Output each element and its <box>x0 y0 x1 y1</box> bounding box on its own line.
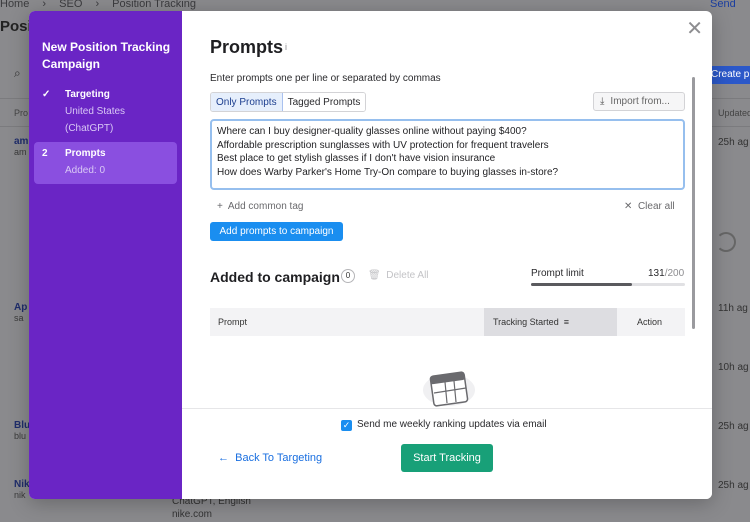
column-header-prompt: Pro <box>14 108 29 118</box>
breadcrumb-separator: › <box>95 0 100 10</box>
search-icon: ⌕ <box>14 66 21 80</box>
updated-value: 11h ag <box>718 303 748 314</box>
download-icon: ⤓ <box>600 96 605 107</box>
prompts-panel: ✕ Prompts i Enter prompts one per line o… <box>182 11 712 499</box>
close-icon: ✕ <box>624 201 633 212</box>
tab-tagged-prompts[interactable]: Tagged Prompts <box>282 93 366 111</box>
list-item: am am <box>14 136 29 157</box>
close-icon[interactable]: ✕ <box>686 19 703 39</box>
weekly-updates-checkbox[interactable]: ✓ <box>341 420 352 431</box>
column-header-tracking-started[interactable]: Tracking Started ≡ <box>484 308 617 336</box>
check-icon: ✓ <box>42 89 51 100</box>
loading-spinner-icon <box>716 232 736 252</box>
import-button[interactable]: ⤓ Import from... <box>593 92 685 111</box>
added-to-campaign-heading: Added to campaign <box>210 269 340 285</box>
list-item: Nik nik <box>14 479 30 500</box>
updated-value: 25h ag <box>718 480 749 491</box>
step-targeting[interactable]: ✓ Targeting United States (ChatGPT) <box>34 89 177 139</box>
wizard-title: New Position Tracking Campaign <box>42 40 171 71</box>
add-common-tag-button[interactable]: + Add common tag <box>217 201 303 212</box>
prompt-limit-fill <box>531 283 632 286</box>
create-project-button: Create pr <box>707 66 750 84</box>
page-title: Posi <box>0 18 32 35</box>
list-item: Blu blu <box>14 420 31 441</box>
column-header-action: Action <box>637 317 663 327</box>
prompts-hint: Enter prompts one per line or separated … <box>210 73 441 84</box>
new-campaign-modal: New Position Tracking Campaign ✓ Targeti… <box>29 11 712 499</box>
prompt-line: Where can I buy designer-quality glasses… <box>217 126 527 137</box>
updated-value: 25h ag <box>718 137 749 148</box>
breadcrumb-seo: SEO <box>59 0 83 10</box>
prompt-limit-bar <box>531 283 685 286</box>
trash-icon: 🗑 <box>368 270 381 281</box>
step-added-count: Added: 0 <box>65 165 106 176</box>
campaign-table-header: Prompt Tracking Started ≡ Action <box>210 308 685 336</box>
delete-all-button[interactable]: 🗑 Delete All <box>368 270 429 281</box>
prompt-line: Affordable prescription sunglasses with … <box>217 139 549 151</box>
sort-icon: ≡ <box>563 317 569 327</box>
step-prompts[interactable]: 2 Prompts Added: 0 <box>34 142 177 184</box>
added-count-badge: 0 <box>341 269 355 283</box>
plus-icon: + <box>217 201 223 212</box>
column-header-prompt: Prompt <box>218 317 248 327</box>
breadcrumb-separator: › <box>42 0 47 10</box>
updated-value: 25h ag <box>718 421 749 432</box>
list-item: Ap sa <box>14 302 28 323</box>
back-to-targeting-button[interactable]: ← Back To Targeting <box>218 452 322 464</box>
prompt-limit-value: 131/200 <box>648 268 685 279</box>
info-icon[interactable]: i <box>285 42 291 52</box>
step-title: Targeting <box>65 89 110 100</box>
column-header-updated: Updated <box>718 108 750 118</box>
step-engine: (ChatGPT) <box>65 123 114 134</box>
breadcrumb-home: Home <box>0 0 30 10</box>
modal-footer: ✓ Send me weekly ranking updates via ema… <box>182 408 712 499</box>
breadcrumb-position-tracking: Position Tracking <box>112 0 196 10</box>
step-number: 2 <box>42 148 48 159</box>
prompts-textarea[interactable]: Where can I buy designer-quality glasses… <box>210 119 685 190</box>
updated-value: 10h ag <box>718 362 749 373</box>
step-title: Prompts <box>65 148 106 159</box>
prompt-line: Best place to get stylish glasses if I d… <box>217 153 496 164</box>
arrow-left-icon: ← <box>218 452 229 464</box>
empty-table-icon <box>423 371 475 407</box>
prompt-mode-tabs: Only Prompts Tagged Prompts <box>210 92 367 112</box>
breadcrumb: Home › SEO › Position Tracking <box>0 0 206 10</box>
prompt-line: How does Warby Parker's Home Try-On comp… <box>217 166 559 178</box>
scrollbar[interactable] <box>692 77 695 329</box>
step-country: United States <box>65 106 126 117</box>
send-link: Send <box>710 0 736 10</box>
add-prompts-button[interactable]: Add prompts to campaign <box>210 222 343 241</box>
row-domain-text: nike.com <box>172 509 213 520</box>
page-title: Prompts <box>210 37 284 57</box>
prompt-limit-label: Prompt limit <box>531 268 584 279</box>
tab-only-prompts[interactable]: Only Prompts <box>211 93 283 111</box>
weekly-updates-label[interactable]: Send me weekly ranking updates via email <box>357 419 547 430</box>
wizard-sidebar: New Position Tracking Campaign ✓ Targeti… <box>29 11 182 499</box>
start-tracking-button[interactable]: Start Tracking <box>401 444 493 472</box>
clear-all-button[interactable]: ✕ Clear all <box>624 201 675 212</box>
